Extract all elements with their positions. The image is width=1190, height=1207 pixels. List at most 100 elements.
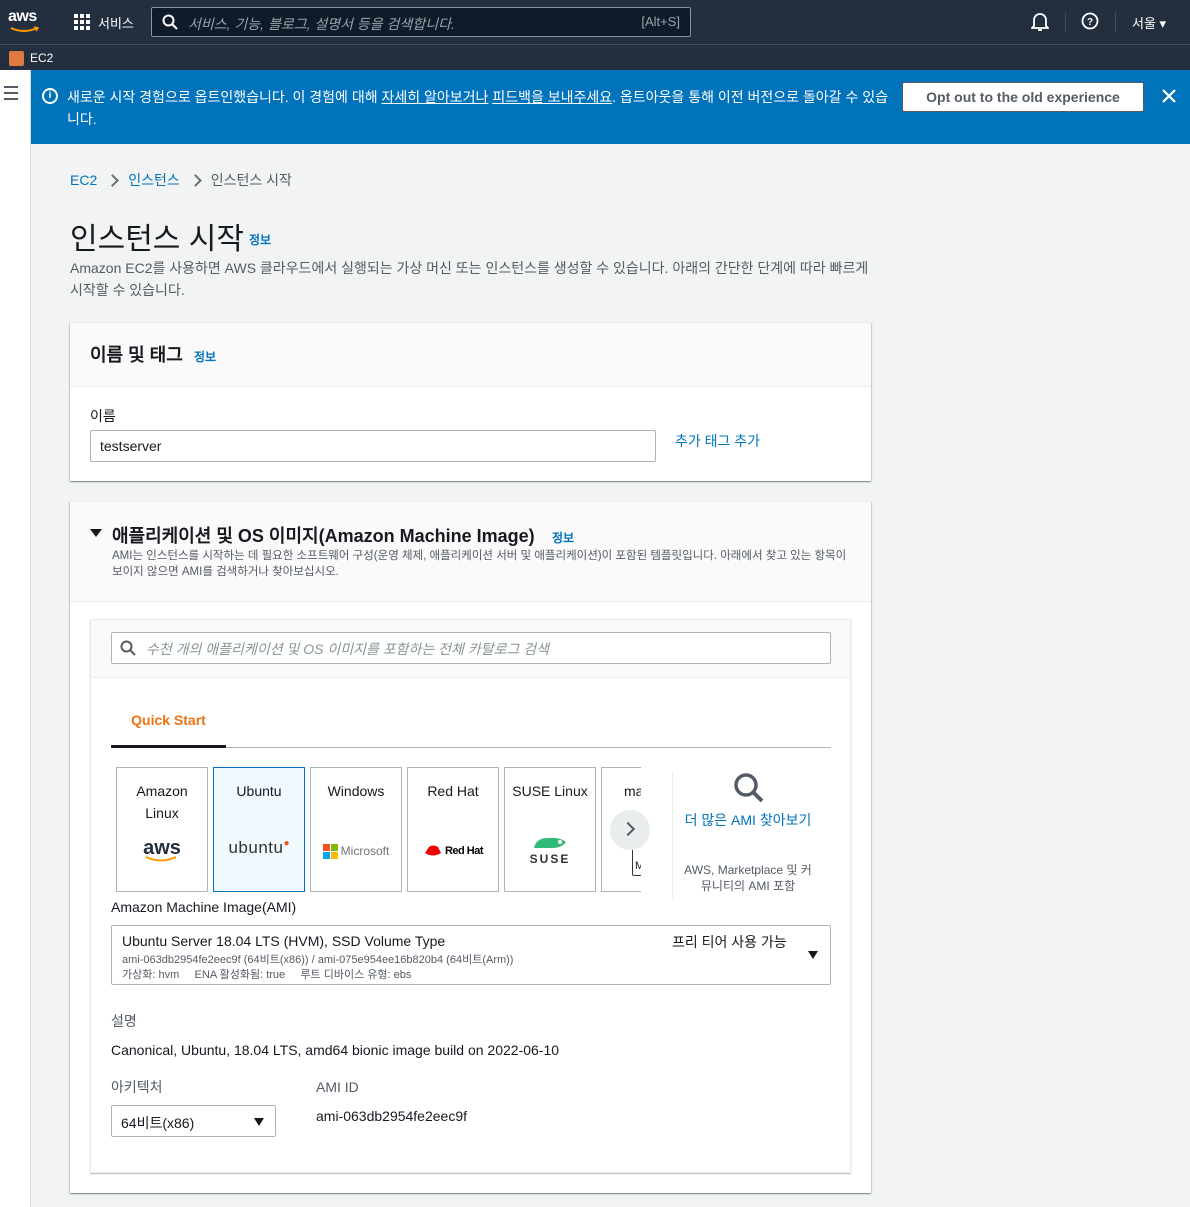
tile-windows[interactable]: Windows Microsoft [310,767,402,892]
panel-header [70,323,871,387]
opt-out-button[interactable]: Opt out to the old experience [902,82,1144,112]
browse-more-amis-sub: AWS, Marketplace 및 커뮤니티의 AMI 포함 [684,863,812,893]
tab-quick-start[interactable]: Quick Start [111,692,226,748]
page-description: Amazon EC2를 사용하면 AWS 클라우드에서 실행되는 가상 머신 또… [70,260,869,298]
breadcrumb-ec2[interactable]: EC2 [70,172,97,188]
search-placeholder: 서비스, 기능, 블로그, 설명서 등을 검색합니다. [188,16,455,32]
menu-icon[interactable] [4,86,18,104]
chevron-right-icon [188,173,202,187]
services-menu[interactable]: 서비스 [98,13,134,32]
description-label: 설명 [111,1013,137,1029]
aws-logo-icon: aws [117,838,207,864]
ami-id-value: ami-063db2954fe2eec9f [316,1108,468,1124]
help-icon[interactable]: ? [1081,12,1099,30]
tile-ubuntu[interactable]: Ubuntu ubuntu● [213,767,305,892]
page-title: 인스턴스 시작 [70,223,244,256]
tile-logo-text: M [635,860,641,872]
feedback-link[interactable]: 피드백을 보내주세요 [492,89,612,105]
catalog-header: 수천 개의 애플리케이션 및 OS 이미지를 포함하는 전체 카탈로그 검색 [91,620,850,678]
tile-logo-text: ubuntu [228,838,284,857]
tile-label: Ubuntu [236,783,282,799]
aws-logo-text: aws [8,8,37,25]
search-icon [120,640,136,656]
ami-meta: 가상화: hvm ENA 활성화됨: true 루트 디바이스 유형: ebs [122,969,412,981]
tile-logo-text: SUSE [529,852,571,866]
suse-chameleon-icon [534,837,566,848]
region-selector[interactable]: 서울 ▾ [1132,13,1166,32]
tile-label: Red Hat [427,783,479,799]
svg-text:?: ? [1087,17,1093,28]
top-navigation: aws 서비스 서비스, 기능, 블로그, 설명서 등을 검색합니다. [Alt… [0,0,1190,44]
tile-logo-text: Red Hat [444,845,484,857]
tile-label: SUSE Linux [512,783,588,799]
tile-logo-text: Microsoft [340,844,390,858]
ubuntu-circle-icon: ● [283,838,290,849]
ami-label: Amazon Machine Image(AMI) [111,899,297,915]
close-icon[interactable] [1159,86,1179,106]
ubuntu-logo-icon: ubuntu● [214,838,304,864]
tile-suse-linux[interactable]: SUSE Linux SUSE [504,767,596,892]
ami-panel-description: AMI는 인스턴스를 시작하는 데 필요한 소프트웨어 구성(운영 체제, 애플… [112,550,847,578]
aws-logo[interactable]: aws [8,9,42,35]
ami-ids: ami-063db2954fe2eec9f (64비트(x86)) / ami-… [122,954,514,966]
service-label[interactable]: EC2 [30,51,53,65]
apps-grid-icon[interactable] [74,14,90,30]
ami-name: Ubuntu Server 18.04 LTS (HVM), SSD Volum… [122,933,446,949]
name-label: 이름 [90,408,116,424]
free-tier-badge: 프리 티어 사용 가능 [672,934,787,950]
chevron-right-icon [106,173,120,187]
redhat-logo-icon: Red Hat [408,838,498,864]
description-value: Canonical, Ubuntu, 18.04 LTS, amd64 bion… [111,1042,560,1058]
main-content: EC2 인스턴스 인스턴스 시작 인스턴스 시작 정보 Amazon EC2를 … [31,144,1190,1207]
ami-id-label: AMI ID [316,1079,359,1095]
name-input[interactable]: testserver [90,430,656,462]
nav-divider [1065,12,1066,32]
ami-tabs: Quick Start [111,692,831,748]
microsoft-logo-icon: Microsoft [311,838,401,864]
breadcrumb-instances[interactable]: 인스턴스 [128,170,180,190]
architecture-value: 64비트(x86) [121,1115,195,1131]
tile-label: Amazon Linux [136,783,188,821]
name-info-link[interactable]: 정보 [194,348,216,365]
flash-text: 새로운 시작 경험으로 옵트인했습니다. 이 경험에 대해 [67,89,382,105]
bell-icon[interactable] [1031,12,1049,32]
dropdown-arrow-icon [808,951,818,959]
ami-catalog-container: 수천 개의 애플리케이션 및 OS 이미지를 포함하는 전체 카탈로그 검색 Q… [90,619,851,1173]
ec2-icon [9,51,24,66]
divider [672,771,673,899]
panel-title: 애플리케이션 및 OS 이미지(Amazon Machine Image) [112,526,535,546]
collapse-caret-icon[interactable] [90,529,102,537]
browse-more-amis-link[interactable]: 더 많은 AMI 찾아보기 [683,809,813,831]
redhat-hat-icon [424,845,441,856]
suse-logo-icon: SUSE [505,834,595,866]
tile-label: Windows [327,783,385,799]
add-tags-link[interactable]: 추가 태그 추가 [675,431,760,451]
search-shortcut: [Alt+S] [641,14,680,29]
tile-amazon-linux[interactable]: Amazon Linux aws [116,767,208,892]
name-and-tags-panel: 이름 및 태그 정보 이름 testserver 추가 태그 추가 [70,322,871,481]
aws-smile-icon [10,26,40,32]
tile-label: ma [624,783,641,799]
ami-select[interactable]: Ubuntu Server 18.04 LTS (HVM), SSD Volum… [111,925,831,985]
panel-title: 이름 및 태그 [90,345,183,365]
breadcrumb-current: 인스턴스 시작 [210,172,292,188]
service-bar: EC2 [0,44,1190,70]
catalog-search-placeholder: 수천 개의 애플리케이션 및 OS 이미지를 포함하는 전체 카탈로그 검색 [146,641,549,657]
tile-red-hat[interactable]: Red Hat Red Hat [407,767,499,892]
ami-panel: 애플리케이션 및 OS 이미지(Amazon Machine Image) 정보… [70,501,871,1193]
scroll-right-button[interactable] [610,810,650,850]
search-icon [162,14,178,30]
learn-more-link[interactable]: 자세히 알아보거나 [381,89,488,105]
ami-info-link[interactable]: 정보 [552,529,574,546]
ami-tile-row: Amazon Linux aws Ubuntu ubuntu● Windows [116,767,641,892]
flash-message: 새로운 시작 경험으로 옵트인했습니다. 이 경험에 대해 자세히 알아보거나 … [67,86,897,130]
architecture-select[interactable]: 64비트(x86) [111,1105,276,1137]
search-icon [734,773,764,803]
global-search-input[interactable]: 서비스, 기능, 블로그, 설명서 등을 검색합니다. [Alt+S] [151,7,691,37]
nav-divider [1115,12,1116,32]
side-navigation-rail [0,70,31,1207]
page-info-link[interactable]: 정보 [249,231,271,248]
windows-icon [322,843,338,859]
opt-in-flash-banner: i 새로운 시작 경험으로 옵트인했습니다. 이 경험에 대해 자세히 알아보거… [31,70,1190,144]
catalog-search-input[interactable]: 수천 개의 애플리케이션 및 OS 이미지를 포함하는 전체 카탈로그 검색 [111,632,831,664]
